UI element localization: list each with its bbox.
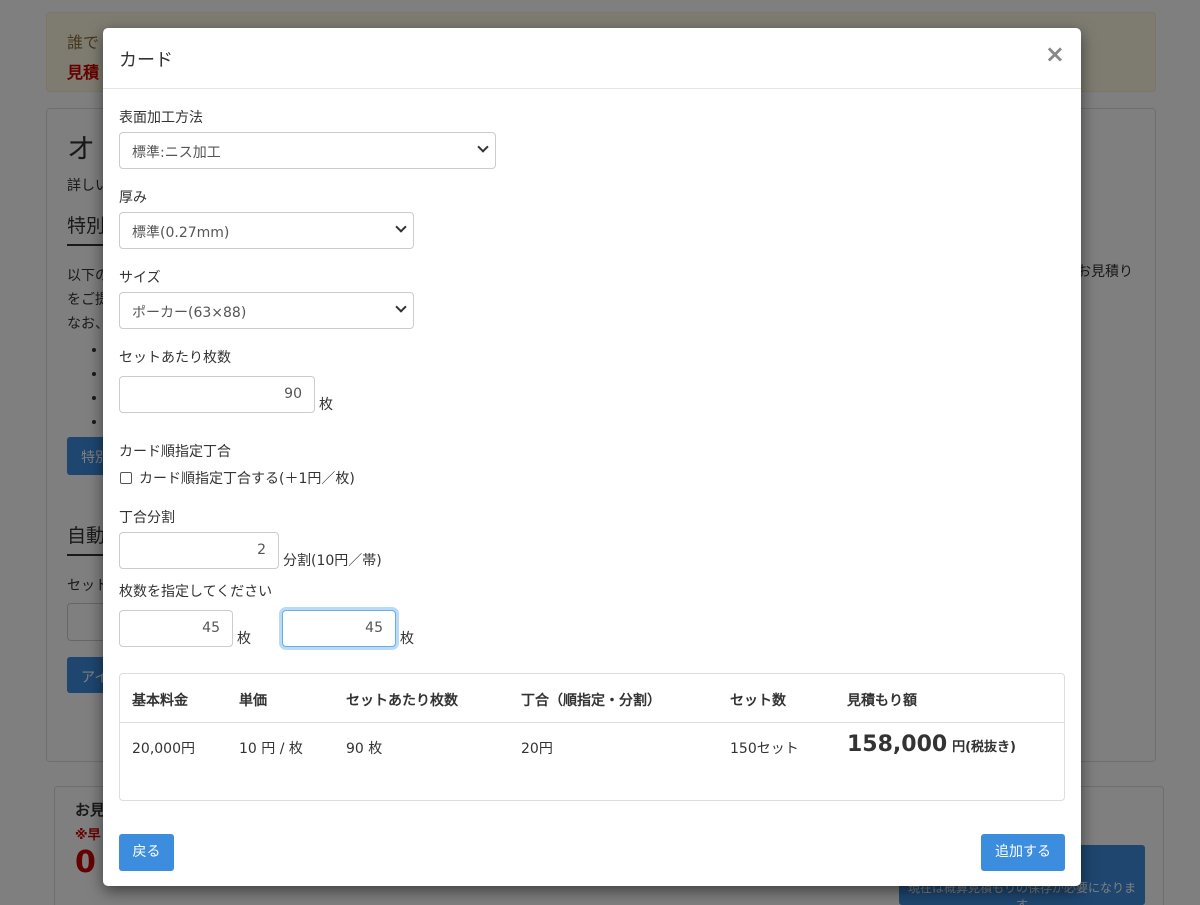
per-set-label: セットあたり枚数: [119, 350, 231, 366]
count-input-2[interactable]: 45: [282, 610, 396, 647]
per-set-unit: 枚: [319, 397, 333, 413]
per-set-input[interactable]: 90: [119, 376, 315, 413]
chevron-down-icon: [395, 221, 407, 233]
modal-title: カード: [119, 50, 173, 71]
total-amount: 158,000: [847, 732, 948, 757]
counts-label: 枚数を指定してください: [119, 584, 273, 600]
size-select[interactable]: ポーカー(63×88): [119, 292, 414, 329]
table-header-cell: 基本料金: [132, 693, 188, 709]
thickness-selected-value: 標準(0.27mm): [132, 225, 230, 241]
table-header-row: 基本料金 単価 セットあたり枚数 丁合（順指定・分割） セット数 見積もり額: [120, 674, 1064, 723]
split-unit: 分割(10円／帯): [283, 553, 382, 569]
add-button[interactable]: 追加する: [981, 834, 1065, 871]
total-price: 158,000 円(税抜き): [847, 732, 1016, 757]
split-input[interactable]: 2: [119, 532, 279, 569]
size-selected-value: ポーカー(63×88): [132, 305, 247, 321]
table-header-cell: 見積もり額: [847, 693, 917, 709]
count-input-1[interactable]: 45: [119, 610, 233, 647]
close-icon[interactable]: ×: [1045, 42, 1065, 66]
table-cell: 10 円 / 枚: [239, 741, 303, 757]
back-button[interactable]: 戻る: [119, 834, 174, 871]
order-checkbox-label[interactable]: カード順指定丁合する(＋1円／枚): [139, 468, 355, 488]
order-checkbox[interactable]: [120, 472, 132, 484]
chevron-down-icon: [395, 301, 407, 313]
surface-label: 表面加工方法: [119, 110, 203, 126]
table-cell: 90 枚: [346, 741, 383, 757]
card-modal: カード × 表面加工方法 標準:ニス加工 厚み 標準(0.27mm) サイズ ポ…: [103, 28, 1081, 886]
estimate-table: 基本料金 単価 セットあたり枚数 丁合（順指定・分割） セット数 見積もり額 2…: [119, 673, 1065, 801]
modal-header: カード ×: [103, 28, 1081, 89]
table-cell: 150セット: [730, 741, 799, 757]
table-cell: 20円: [521, 741, 553, 757]
total-suffix: 円(税抜き): [952, 740, 1016, 755]
surface-select[interactable]: 標準:ニス加工: [119, 132, 496, 169]
table-header-cell: セットあたり枚数: [346, 693, 458, 709]
size-label: サイズ: [119, 270, 161, 286]
table-header-cell: 単価: [239, 693, 267, 709]
chevron-down-icon: [477, 141, 489, 153]
count-unit-1: 枚: [237, 631, 251, 647]
surface-selected-value: 標準:ニス加工: [132, 145, 221, 161]
table-header-cell: セット数: [730, 693, 786, 709]
thickness-label: 厚み: [119, 190, 147, 206]
count-unit-2: 枚: [400, 631, 414, 647]
thickness-select[interactable]: 標準(0.27mm): [119, 212, 414, 249]
split-label: 丁合分割: [119, 510, 175, 526]
table-cell: 20,000円: [132, 741, 195, 757]
table-header-cell: 丁合（順指定・分割）: [521, 693, 661, 709]
order-label: カード順指定丁合: [119, 444, 231, 460]
